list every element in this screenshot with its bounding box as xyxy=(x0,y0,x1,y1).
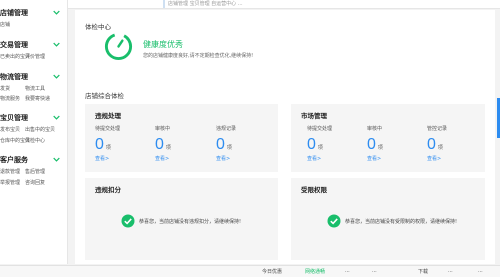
card-title: 违规处理 xyxy=(95,112,121,120)
market-card: 市场管理 待提交处理 0项 查看> 审核中 0项 查看> 管控记录 0项 查看> xyxy=(291,104,485,172)
sidebar-item[interactable]: 物流工具 xyxy=(25,85,45,92)
sidebar-item[interactable]: 发货 xyxy=(0,85,10,92)
view-link[interactable]: 查看> xyxy=(307,155,357,162)
top-nav-strip: 店铺管理 宝贝管理 自运营中心 ... xyxy=(68,0,500,9)
stat-unit: 项 xyxy=(317,145,323,151)
stat-value: 0 xyxy=(427,136,436,153)
stat-unit: 项 xyxy=(377,145,383,151)
status-item[interactable]: ... xyxy=(448,268,453,274)
chevron-down-icon[interactable] xyxy=(53,156,60,163)
sidebar-item[interactable]: 咨询回复 xyxy=(25,179,45,186)
sidebar-item[interactable]: 出售中的宝贝 xyxy=(25,126,55,133)
main-panel: 体检中心 健康度优秀 您的店铺健康度良好,请不定期检查优化,继续保持! 店铺综合… xyxy=(75,10,495,264)
chevron-down-icon[interactable] xyxy=(53,9,60,16)
view-link[interactable]: 查看> xyxy=(367,155,417,162)
deduct-ok-message: 恭喜您，当前店铺没有违规扣分，请继续保持! xyxy=(139,219,242,225)
stat-pending: 待提交处理 0项 查看> xyxy=(95,125,145,162)
chevron-down-icon[interactable] xyxy=(53,73,60,80)
sidebar-item[interactable]: 体检中心 xyxy=(25,137,45,144)
stat-label: 违规记录 xyxy=(216,126,237,132)
stat-unit: 项 xyxy=(437,145,443,151)
status-item[interactable]: ... xyxy=(372,268,377,274)
stat-unit: 项 xyxy=(105,145,111,151)
sidebar-group-title[interactable]: 物流管理 xyxy=(0,72,28,82)
stat-unit: 项 xyxy=(165,145,171,151)
stat-pending: 待提交处理 0项 查看> xyxy=(307,125,357,162)
overview-title: 店铺综合体检 xyxy=(85,92,124,100)
stat-records: 违规记录 0项 查看> xyxy=(216,125,266,162)
sidebar-item[interactable]: 物流服务 xyxy=(0,95,20,102)
view-link[interactable]: 查看> xyxy=(155,155,205,162)
top-accent-bar xyxy=(163,0,165,8)
stat-unit: 项 xyxy=(226,145,232,151)
stat-label: 待提交处理 xyxy=(307,126,333,132)
view-link[interactable]: 查看> xyxy=(216,155,266,162)
status-item[interactable]: 下载 xyxy=(418,268,428,275)
card-title: 受限权限 xyxy=(301,186,327,194)
sidebar-item[interactable]: 评价管理 xyxy=(25,53,45,60)
status-item[interactable]: 今日优惠 xyxy=(262,268,282,275)
stat-reviewing: 审核中 0项 查看> xyxy=(367,125,417,162)
health-gauge-icon xyxy=(104,32,133,61)
restricted-permission-card: 受限权限 恭喜您，当前店铺没有受限制的权限，请继续保持! xyxy=(291,178,485,260)
stat-value: 0 xyxy=(155,136,164,153)
stat-label: 管控记录 xyxy=(427,126,448,132)
sidebar-group-title[interactable]: 交易管理 xyxy=(0,40,28,50)
stat-value: 0 xyxy=(95,136,104,153)
stat-records: 管控记录 0项 查看> xyxy=(427,125,477,162)
card-title: 违规扣分 xyxy=(95,186,121,194)
stat-label: 审核中 xyxy=(155,126,171,132)
view-link[interactable]: 查看> xyxy=(95,155,145,162)
sidebar-item[interactable]: 我要寄快递 xyxy=(25,95,50,102)
health-status-desc: 您的店铺健康度良好,请不定期检查优化,继续保持! xyxy=(143,53,254,59)
card-title: 市场管理 xyxy=(301,112,327,120)
sidebar-item[interactable]: 售后管理 xyxy=(25,168,45,175)
sidebar-item[interactable]: 举报管理 xyxy=(0,179,20,186)
stat-label: 审核中 xyxy=(367,126,383,132)
top-nav-text[interactable]: 店铺管理 宝贝管理 自运营中心 ... xyxy=(168,0,243,7)
stat-value: 0 xyxy=(216,136,225,153)
chevron-down-icon[interactable] xyxy=(53,114,60,121)
sidebar-group-title[interactable]: 客户服务 xyxy=(0,155,28,165)
sidebar-item[interactable]: 退款管理 xyxy=(0,168,20,175)
chevron-down-icon[interactable] xyxy=(53,41,60,48)
stat-value: 0 xyxy=(367,136,376,153)
health-status-title: 健康度优秀 xyxy=(143,40,183,49)
sidebar-item[interactable]: 店铺 xyxy=(0,21,10,28)
sidebar-group-title[interactable]: 店铺管理 xyxy=(0,8,28,18)
sidebar-group-title[interactable]: 宝贝管理 xyxy=(0,113,28,123)
stat-reviewing: 审核中 0项 查看> xyxy=(155,125,205,162)
status-item[interactable]: ... xyxy=(478,268,483,274)
view-link[interactable]: 查看> xyxy=(427,155,477,162)
sidebar-item[interactable]: 发布宝贝 xyxy=(0,126,20,133)
deduct-points-card: 违规扣分 恭喜您，当前店铺没有违规扣分，请继续保持! xyxy=(85,178,278,260)
status-item[interactable]: ... xyxy=(345,268,350,274)
status-item[interactable]: 网络通畅 xyxy=(305,268,325,275)
stat-value: 0 xyxy=(307,136,316,153)
sidebar: 店铺管理 店铺 交易管理 已卖出的宝贝 评价管理 物流管理 发货 物流工具 物流… xyxy=(0,0,68,264)
status-bar: 今日优惠 网络通畅 ... ... 下载 ... ... xyxy=(0,265,500,277)
limit-ok-message: 恭喜您，当前店铺没有受限制的权限，请继续保持! xyxy=(345,219,458,225)
check-circle-icon xyxy=(121,214,135,228)
check-circle-icon xyxy=(327,214,341,228)
stat-label: 待提交处理 xyxy=(95,126,121,132)
violation-card: 违规处理 待提交处理 0项 查看> 审核中 0项 查看> 违规记录 0项 查看> xyxy=(85,104,278,172)
